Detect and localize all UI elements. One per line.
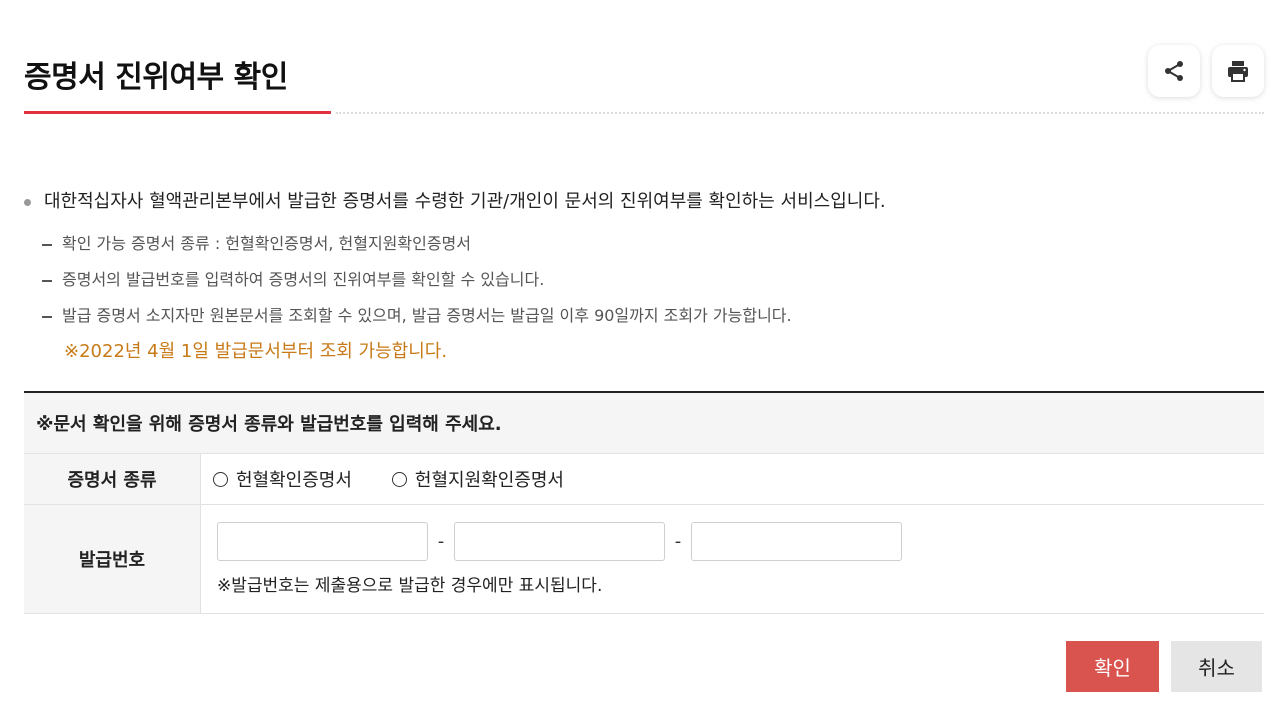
list-item: 발급 증명서 소지자만 원본문서를 조회할 수 있으며, 발급 증명서는 발급일…	[24, 298, 1264, 334]
radio-donation-support-certificate[interactable]: 헌혈지원확인증명서	[391, 466, 564, 492]
radio-circle-icon	[391, 471, 407, 487]
share-button[interactable]	[1148, 45, 1200, 97]
title-underline-dotted	[336, 112, 1264, 114]
number-separator: -	[437, 531, 445, 552]
radio-label: 헌혈확인증명서	[236, 470, 352, 491]
issue-number-note: ※발급번호는 제출용으로 발급한 경우에만 표시됩니다.	[217, 576, 603, 596]
certificate-type-label: 증명서 종류	[24, 454, 201, 504]
intro-main-text: 대한적십자사 혈액관리본부에서 발급한 증명서를 수령한 기관/개인이 문서의 …	[24, 186, 1264, 218]
list-item: 증명서의 발급번호를 입력하여 증명서의 진위여부를 확인할 수 있습니다.	[24, 262, 1264, 298]
verification-form: ※문서 확인을 위해 증명서 종류와 발급번호를 입력해 주세요. 증명서 종류…	[24, 391, 1264, 614]
page-title: 증명서 진위여부 확인	[24, 60, 288, 95]
radio-blood-donation-certificate[interactable]: 헌혈확인증명서	[213, 466, 352, 492]
radio-label: 헌혈지원확인증명서	[414, 470, 564, 491]
title-underline-accent	[24, 111, 331, 114]
cancel-button[interactable]: 취소	[1171, 641, 1262, 692]
certificate-type-options: 헌혈확인증명서 헌혈지원확인증명서	[201, 454, 1264, 504]
radio-circle-icon	[213, 471, 228, 487]
certificate-type-row: 증명서 종류 헌혈확인증명서 헌혈지원확인증명서	[24, 454, 1264, 505]
issue-number-content: - - ※발급번호는 제출용으로 발급한 경우에만 표시됩니다.	[201, 505, 1264, 613]
list-item: 확인 가능 증명서 종류 : 헌혈확인증명서, 헌혈지원확인증명서	[24, 226, 1264, 262]
page-header: 증명서 진위여부 확인	[24, 0, 1264, 116]
number-separator: -	[674, 531, 682, 552]
print-button[interactable]	[1212, 45, 1264, 97]
issue-number-inputs: - -	[217, 522, 1264, 561]
issue-number-row: 발급번호 - - ※발급번호는 제출용으로 발급한 경우에만 표시됩니다.	[24, 505, 1264, 614]
service-description: 대한적십자사 혈액관리본부에서 발급한 증명서를 수령한 기관/개인이 문서의 …	[24, 186, 1264, 370]
confirm-button[interactable]: 확인	[1066, 641, 1159, 692]
intro-detail-list: 확인 가능 증명서 종류 : 헌혈확인증명서, 헌혈지원확인증명서 증명서의 발…	[24, 226, 1264, 370]
issue-number-input-1[interactable]	[217, 522, 428, 561]
issue-number-label: 발급번호	[24, 505, 201, 613]
issue-number-input-3[interactable]	[691, 522, 902, 561]
availability-notice: ※2022년 4월 1일 발급문서부터 조회 가능합니다.	[64, 341, 448, 362]
print-icon	[1228, 61, 1248, 82]
issue-number-input-2[interactable]	[454, 522, 665, 561]
form-heading: ※문서 확인을 위해 증명서 종류와 발급번호를 입력해 주세요.	[24, 393, 1264, 454]
share-icon	[1165, 61, 1183, 81]
